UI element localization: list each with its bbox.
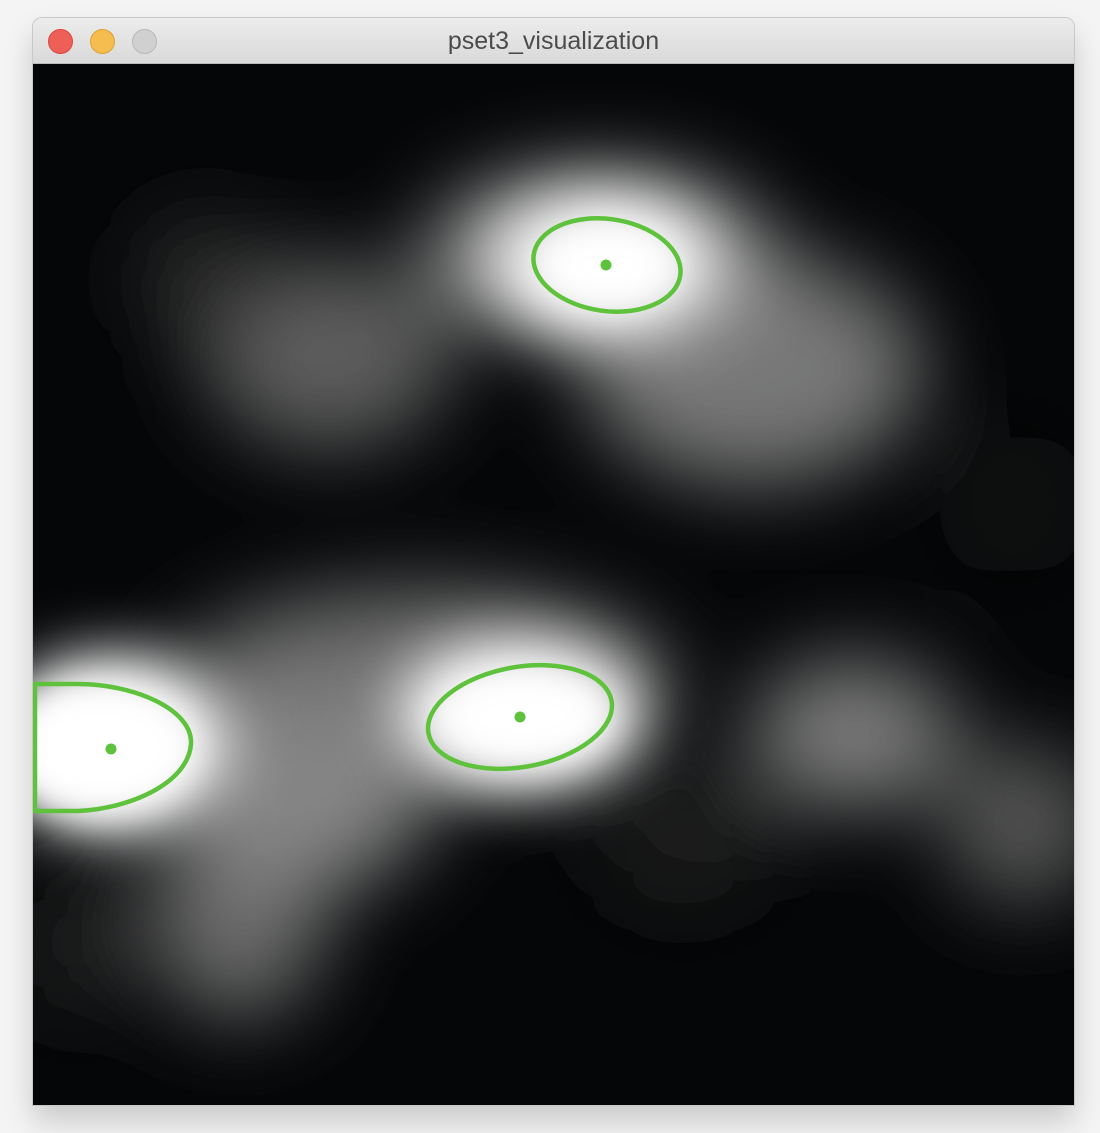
upper-peak-point	[600, 259, 612, 271]
app-window: pset3_visualization	[33, 18, 1074, 1105]
title-bar[interactable]: pset3_visualization	[33, 18, 1074, 64]
window-title: pset3_visualization	[447, 27, 660, 55]
density-map	[33, 64, 1074, 1105]
center-peak-point	[514, 711, 526, 723]
left-peak-point	[105, 743, 117, 755]
visualization-canvas	[33, 64, 1074, 1105]
